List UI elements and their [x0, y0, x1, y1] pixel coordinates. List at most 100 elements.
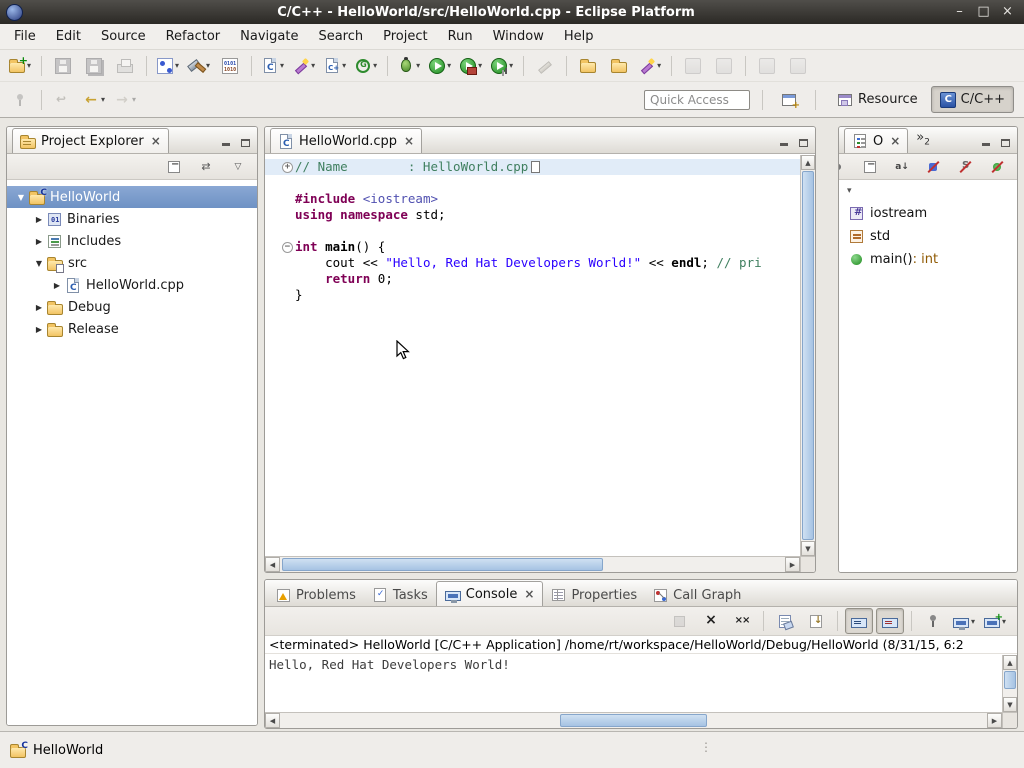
console-horizontal-scrollbar[interactable]: ◀ ▶: [265, 712, 1002, 728]
code-line-3[interactable]: #include <iostream>: [265, 191, 800, 207]
scroll-up-arrow[interactable]: ▲: [1003, 655, 1017, 670]
code-line-6[interactable]: −int main() {: [265, 239, 800, 255]
new-c-file-button[interactable]: ▾: [259, 53, 287, 79]
dropdown-arrow-icon[interactable]: ▾: [657, 61, 661, 70]
minimize-view-button[interactable]: [217, 134, 234, 148]
menu-window[interactable]: Window: [483, 24, 554, 49]
scroll-down-arrow[interactable]: ▼: [1003, 697, 1017, 712]
menu-project[interactable]: Project: [373, 24, 437, 49]
sort-button[interactable]: [888, 154, 916, 180]
dropdown-arrow-icon[interactable]: ▾: [280, 61, 284, 70]
console-output[interactable]: Hello, Red Hat Developers World!: [265, 655, 1002, 712]
tab-console[interactable]: Console×: [436, 581, 544, 606]
new-cpp-item-button[interactable]: ▾: [321, 53, 349, 79]
dropdown-arrow-icon[interactable]: ▾: [971, 617, 975, 626]
dropdown-arrow-icon[interactable]: ▾: [132, 95, 136, 104]
hide-non-public-members-button[interactable]: [984, 154, 1012, 180]
tree-item-includes[interactable]: ▶Includes: [7, 230, 257, 252]
console-vertical-scrollbar[interactable]: ▲ ▼: [1002, 655, 1017, 712]
tree-item-helloworld-cpp[interactable]: ▶HelloWorld.cpp: [7, 274, 257, 296]
code-line-4[interactable]: using namespace std;: [265, 207, 800, 223]
close-icon[interactable]: ×: [524, 587, 534, 601]
code-line-7[interactable]: cout << "Hello, Red Hat Developers World…: [265, 255, 800, 271]
scrollbar-thumb[interactable]: [1004, 671, 1016, 689]
expand-arrow-icon[interactable]: ▶: [31, 325, 47, 334]
scroll-down-arrow[interactable]: ▼: [801, 541, 815, 556]
remove-launch-button[interactable]: [697, 608, 725, 634]
hide-static-members-button[interactable]: [952, 154, 980, 180]
tab-properties[interactable]: Properties: [543, 584, 645, 606]
code-line-9[interactable]: }: [265, 287, 800, 303]
outline-item-iostream[interactable]: iostream: [839, 202, 1017, 225]
close-window-button[interactable]: ×: [997, 4, 1018, 21]
outline-item-main-[interactable]: main() : int: [839, 248, 1017, 271]
expand-arrow-icon[interactable]: ▶: [31, 215, 47, 224]
clear-console-button[interactable]: [771, 608, 799, 634]
remove-all-terminated-button[interactable]: [728, 608, 756, 634]
tab-helloworld-cpp[interactable]: HelloWorld.cpp ×: [270, 128, 422, 153]
scroll-right-arrow[interactable]: ▶: [987, 713, 1002, 728]
minimize-view-button[interactable]: [977, 134, 994, 148]
pin-console-button[interactable]: [919, 608, 947, 634]
tab-tasks[interactable]: Tasks: [364, 584, 436, 606]
open-perspective-button[interactable]: [775, 87, 803, 113]
tree-item-helloworld[interactable]: ▼HelloWorld: [7, 186, 257, 208]
fold-plus-icon[interactable]: +: [282, 162, 293, 173]
maximize-view-button[interactable]: [237, 134, 254, 148]
tab-problems[interactable]: Problems: [268, 584, 364, 606]
dropdown-arrow-icon[interactable]: ▾: [101, 95, 105, 104]
show-console-on-stdout-button[interactable]: [845, 608, 873, 634]
profile-button[interactable]: ▾: [488, 53, 516, 79]
sash-grip[interactable]: ⋮: [700, 740, 712, 754]
quick-fix-button[interactable]: ▾: [636, 53, 664, 79]
build-all-button[interactable]: ▾: [185, 53, 213, 79]
open-console-button[interactable]: ▾: [981, 608, 1009, 634]
open-resource-button[interactable]: [605, 53, 633, 79]
expand-arrow-icon[interactable]: ▶: [31, 237, 47, 246]
view-menu-button[interactable]: [224, 154, 252, 180]
close-icon[interactable]: ×: [151, 134, 161, 148]
close-icon[interactable]: ×: [890, 134, 900, 148]
expand-arrow-icon[interactable]: ▶: [31, 303, 47, 312]
outline-item-std[interactable]: std: [839, 225, 1017, 248]
scroll-lock-button[interactable]: [802, 608, 830, 634]
open-declaration-button[interactable]: [574, 53, 602, 79]
tab-call-graph[interactable]: Call Graph: [645, 584, 749, 606]
dropdown-arrow-icon[interactable]: ▾: [342, 61, 346, 70]
build-active-configuration-button[interactable]: [216, 53, 244, 79]
scroll-left-arrow[interactable]: ◀: [265, 713, 280, 728]
scroll-right-arrow[interactable]: ▶: [785, 557, 800, 572]
dropdown-arrow-icon[interactable]: ▾: [311, 61, 315, 70]
link-with-editor-button[interactable]: [192, 154, 220, 180]
tree-item-debug[interactable]: ▶Debug: [7, 296, 257, 318]
scrollbar-thumb[interactable]: [802, 171, 814, 540]
run-button[interactable]: ▾: [426, 53, 454, 79]
new-class-button[interactable]: ▾: [290, 53, 318, 79]
code-line-2[interactable]: [265, 175, 800, 191]
dropdown-arrow-icon[interactable]: ▾: [416, 61, 420, 70]
debug-button[interactable]: ▾: [395, 53, 423, 79]
tree-item-release[interactable]: ▶Release: [7, 318, 257, 340]
tab-project-explorer[interactable]: Project Explorer ×: [12, 128, 169, 153]
view-menu-chevron-icon[interactable]: ▾: [839, 183, 1017, 202]
menu-source[interactable]: Source: [91, 24, 156, 49]
menu-search[interactable]: Search: [308, 24, 373, 49]
link-with-editor-button[interactable]: [838, 154, 852, 180]
hide-fields-button[interactable]: [920, 154, 948, 180]
collapse-all-button[interactable]: [856, 154, 884, 180]
maximize-view-button[interactable]: [795, 134, 812, 148]
code-line-1[interactable]: +// Name : HelloWorld.cpp: [265, 159, 800, 175]
minimize-view-button[interactable]: [775, 134, 792, 148]
project-tree[interactable]: ▼HelloWorld▶Binaries▶Includes▼src▶HelloW…: [7, 181, 257, 725]
tree-item-binaries[interactable]: ▶Binaries: [7, 208, 257, 230]
menu-edit[interactable]: Edit: [46, 24, 91, 49]
menu-file[interactable]: File: [4, 24, 46, 49]
dropdown-arrow-icon[interactable]: ▾: [373, 61, 377, 70]
scroll-left-arrow[interactable]: ◀: [265, 557, 280, 572]
tab-outline[interactable]: O ×: [844, 128, 908, 153]
quick-access-input[interactable]: [644, 90, 750, 110]
menu-help[interactable]: Help: [554, 24, 604, 49]
dropdown-arrow-icon[interactable]: ▾: [175, 61, 179, 70]
outline-list[interactable]: ▾ iostreamstdmain() : int: [839, 181, 1017, 572]
expand-arrow-icon[interactable]: ▶: [49, 281, 65, 290]
